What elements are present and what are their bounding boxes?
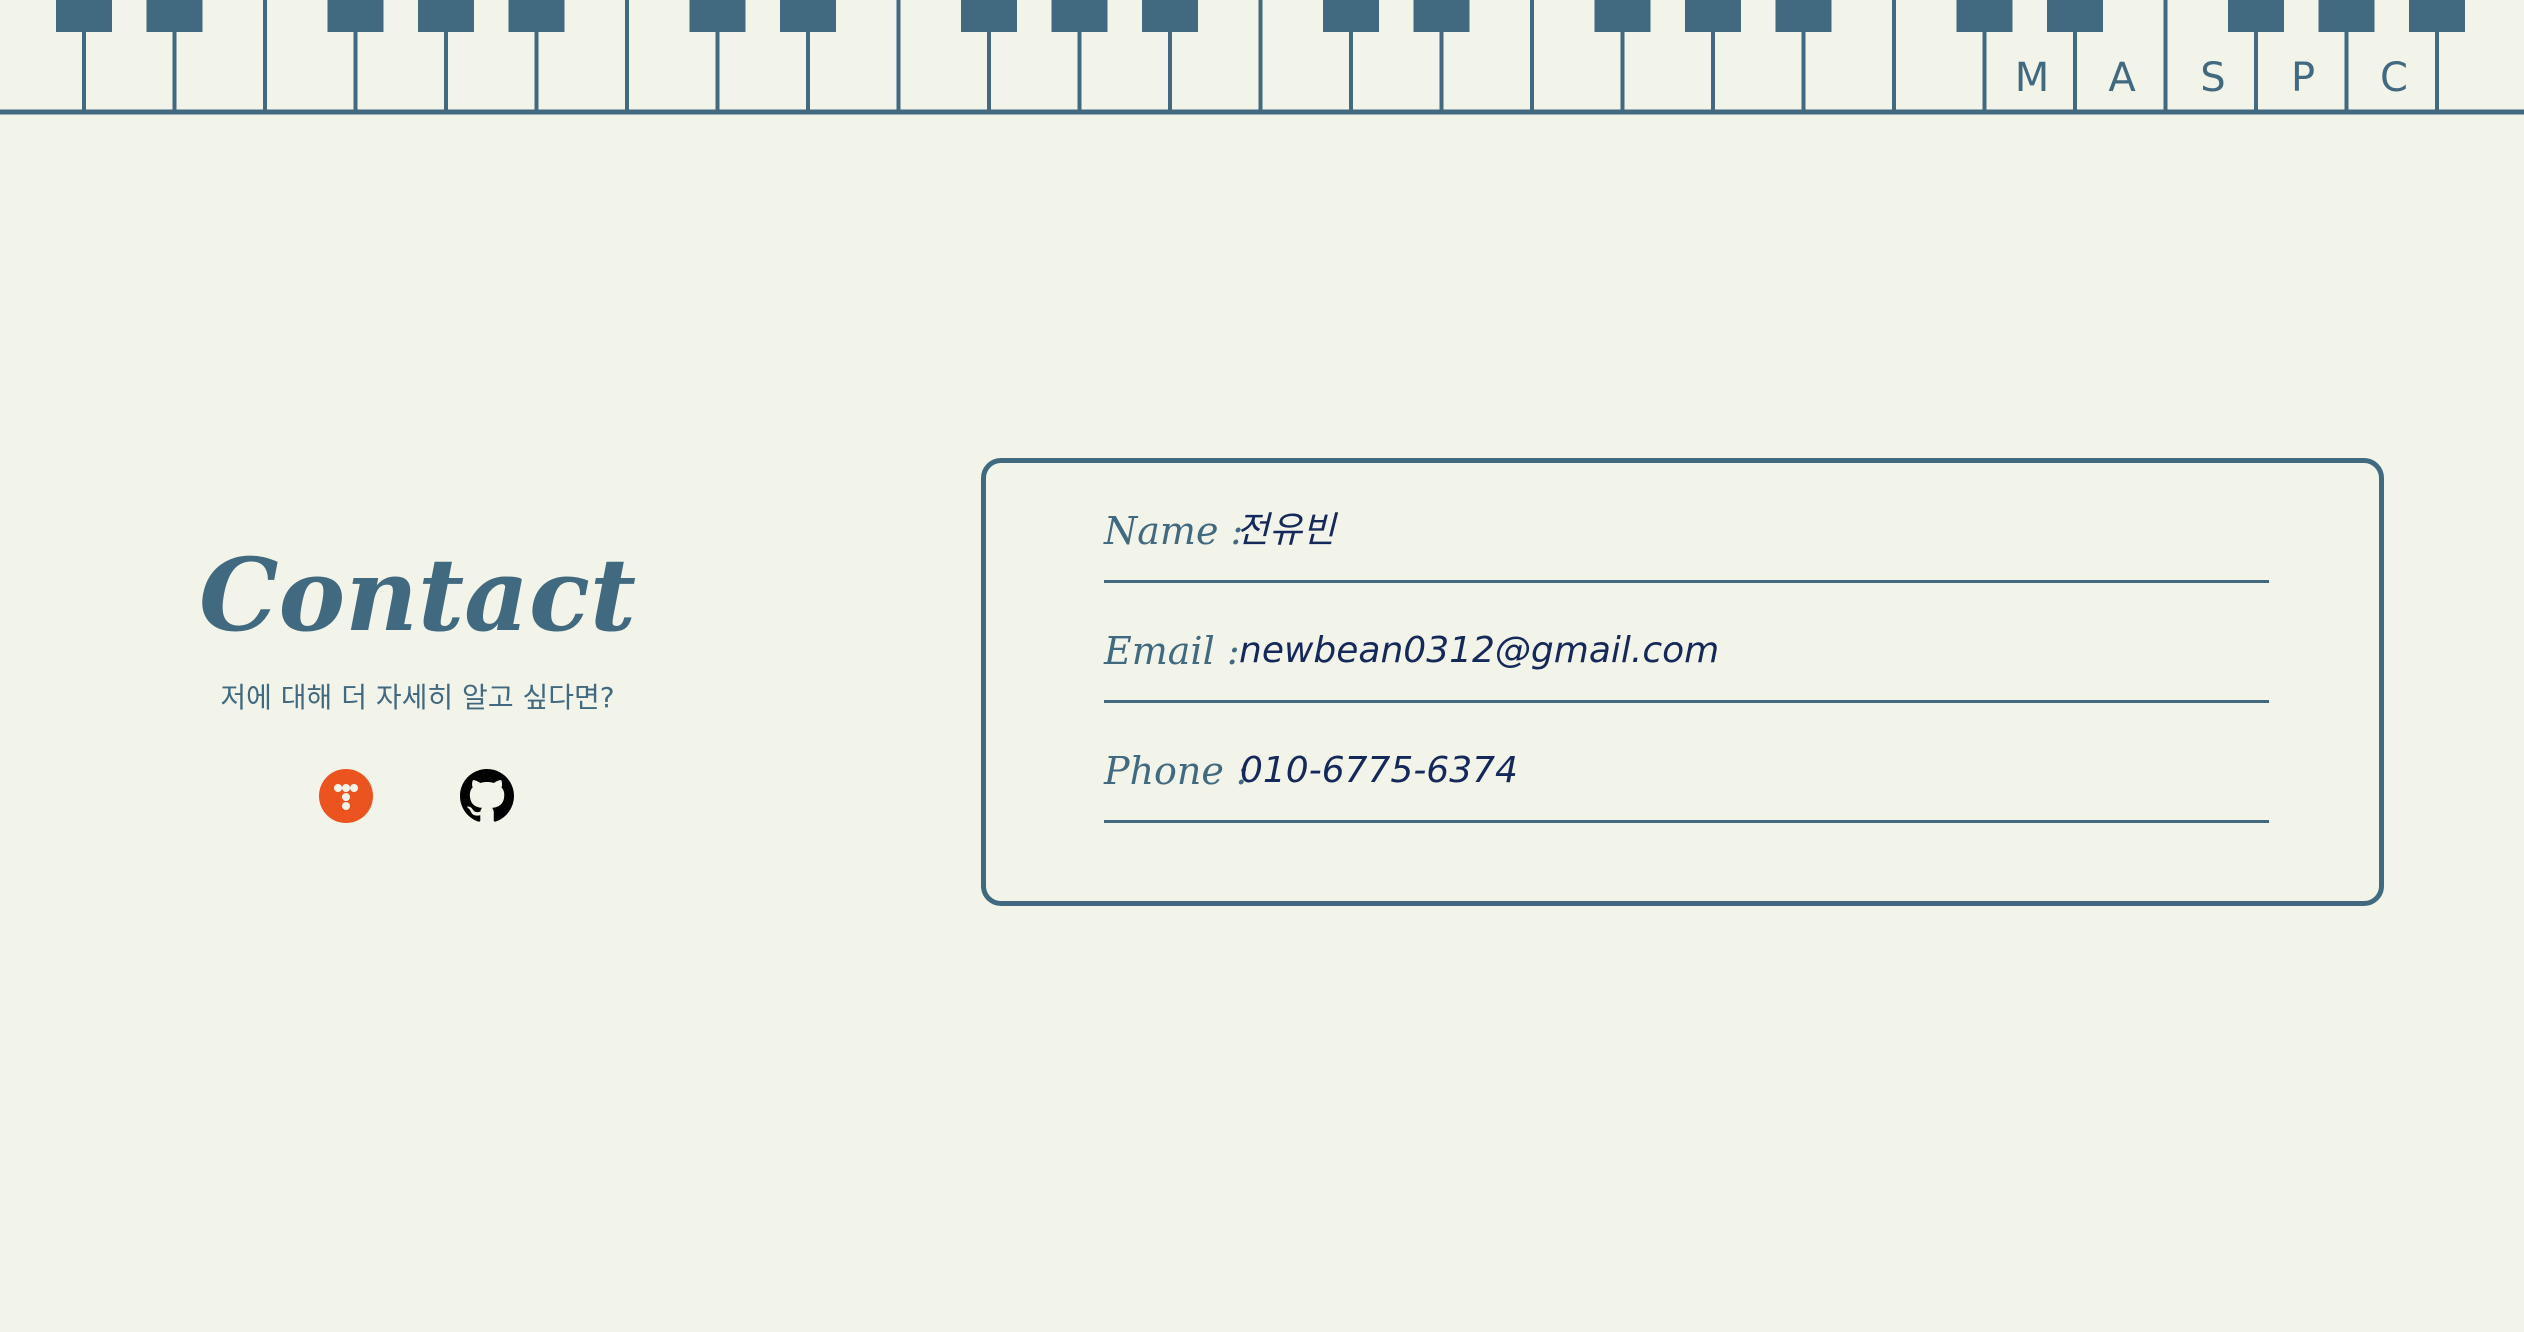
tistory-link[interactable] [319, 769, 373, 823]
contact-info-card: Name : 전유빈 Email : newbean0312@gmail.com… [981, 458, 2384, 906]
black-key [961, 0, 1017, 32]
black-key [1051, 0, 1108, 32]
phone-row: Phone : 010-6775-6374 [1104, 703, 2269, 823]
black-key [1594, 0, 1651, 32]
email-row: Email : newbean0312@gmail.com [1104, 583, 2269, 703]
black-key [418, 0, 474, 32]
black-key [1685, 0, 1741, 32]
black-key [2228, 0, 2284, 32]
name-label: Name : [1104, 509, 1244, 553]
nav-item-skills[interactable]: S [2168, 48, 2258, 108]
black-key [780, 0, 836, 32]
piano-keyboard-header: M A S P C [0, 0, 2524, 116]
black-key [1775, 0, 1832, 32]
black-key [1956, 0, 2013, 32]
black-key [56, 0, 112, 32]
black-key [1323, 0, 1379, 32]
page-title: Contact [198, 536, 637, 654]
name-row: Name : 전유빈 [1104, 463, 2269, 583]
nav-item-contact[interactable]: C [2349, 48, 2439, 108]
black-key [1413, 0, 1470, 32]
black-key [2409, 0, 2465, 32]
black-key [1142, 0, 1198, 32]
nav-item-projects[interactable]: P [2258, 48, 2348, 108]
github-icon [460, 769, 514, 822]
black-key [327, 0, 384, 32]
tistory-icon [319, 769, 373, 823]
name-value: 전유빈 [1236, 510, 1336, 551]
black-key [2318, 0, 2375, 32]
contact-subtitle: 저에 대해 더 자세히 알고 싶다면? [220, 681, 615, 714]
black-key [146, 0, 203, 32]
nav-item-about[interactable]: A [2077, 48, 2167, 108]
black-key [2047, 0, 2103, 32]
nav-item-main[interactable]: M [1987, 48, 2077, 108]
phone-label: Phone : [1104, 749, 1249, 793]
email-label: Email : [1104, 629, 1240, 673]
phone-value: 010-6775-6374 [1240, 750, 1518, 791]
github-link[interactable] [460, 769, 514, 823]
black-key [508, 0, 565, 32]
black-key [689, 0, 746, 32]
email-value[interactable]: newbean0312@gmail.com [1239, 626, 1719, 676]
